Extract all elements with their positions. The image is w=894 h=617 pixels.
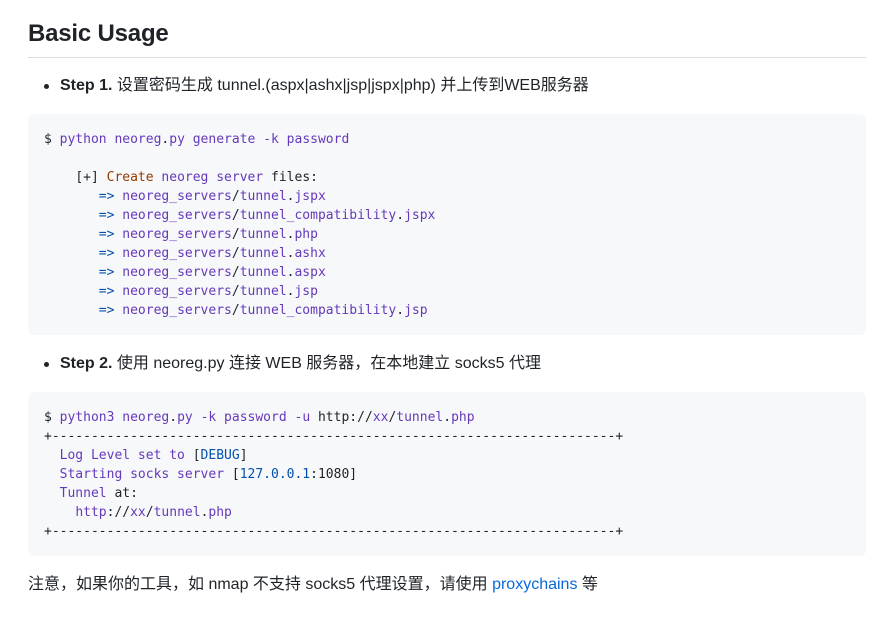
code-line-starting: Starting socks server [127.0.0.1:1080]	[59, 467, 358, 482]
readme-page: Basic Usage Step 1. 设置密码生成 tunnel.(aspx|…	[0, 0, 894, 617]
code-line-tunnel-at: Tunnel at:	[59, 486, 138, 501]
code-block-generate[interactable]: $ python neoreg.py generate -k password …	[28, 114, 866, 335]
footnote: 注意，如果你的工具，如 nmap 不支持 socks5 代理设置，请使用 pro…	[28, 575, 598, 595]
step-1-text: 设置密码生成 tunnel.(aspx|ashx|jsp|jspx|php) 并…	[112, 77, 589, 94]
bullet-icon	[44, 362, 49, 367]
code-line-file: => neoreg_servers/tunnel.jsp	[98, 284, 318, 299]
step-1-label: Step 1.	[60, 77, 113, 94]
code-line-file: => neoreg_servers/tunnel.jspx	[98, 189, 326, 204]
code-line-url: http://xx/tunnel.php	[75, 505, 232, 520]
footnote-text: 注意，如果你的工具，如 nmap 不支持 socks5 代理设置，请使用	[28, 576, 493, 593]
code-line-command: $ python neoreg.py generate -k password	[44, 132, 350, 147]
code-line-file: => neoreg_servers/tunnel_compatibility.j…	[98, 208, 436, 223]
footnote-suffix: 等	[577, 576, 598, 593]
code-line-file: => neoreg_servers/tunnel.ashx	[98, 246, 326, 261]
heading-divider	[28, 57, 866, 58]
code-line-border-top: +---------------------------------------…	[44, 429, 624, 444]
section-heading: Basic Usage	[28, 20, 169, 47]
code-line-log-level: Log Level set to [DEBUG]	[59, 448, 248, 463]
code-line-command: $ python3 neoreg.py -k password -u http:…	[44, 410, 475, 425]
code-line-file: => neoreg_servers/tunnel_compatibility.j…	[98, 303, 428, 318]
proxychains-link[interactable]: proxychains	[492, 576, 577, 593]
step-2-text: 使用 neoreg.py 连接 WEB 服务器，在本地建立 socks5 代理	[112, 355, 541, 372]
code-line-file: => neoreg_servers/tunnel.aspx	[98, 265, 326, 280]
code-block-connect[interactable]: $ python3 neoreg.py -k password -u http:…	[28, 392, 866, 556]
bullet-icon	[44, 84, 49, 89]
code-line-file: => neoreg_servers/tunnel.php	[98, 227, 318, 242]
code-line-created: [+] Create neoreg server files:	[75, 170, 318, 185]
step-2-label: Step 2.	[60, 355, 113, 372]
code-line-border-bottom: +---------------------------------------…	[44, 524, 624, 539]
